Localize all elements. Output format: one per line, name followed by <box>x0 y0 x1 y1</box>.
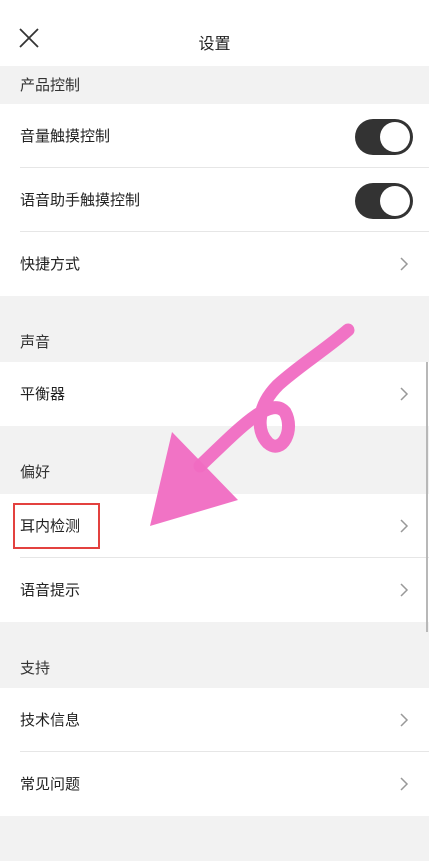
chevron-right-icon <box>400 777 409 791</box>
row-label: 平衡器 <box>20 385 66 403</box>
chevron-right-icon <box>400 583 409 597</box>
row-label: 音量触摸控制 <box>20 127 111 145</box>
settings-row-faq[interactable]: 常见问题 <box>0 752 429 816</box>
section-header-preferences: 偏好 <box>0 426 429 494</box>
annotation-highlight-box <box>13 503 100 549</box>
row-label: 快捷方式 <box>20 255 81 273</box>
section-title: 声音 <box>20 333 51 351</box>
row-label: 技术信息 <box>20 711 81 729</box>
settings-row-voice-assistant-touch: 语音助手触摸控制 <box>0 168 429 232</box>
section-title: 偏好 <box>20 463 51 481</box>
row-label: 常见问题 <box>20 775 81 793</box>
settings-row-equalizer[interactable]: 平衡器 <box>0 362 429 426</box>
page-title: 设置 <box>198 34 231 53</box>
row-label: 语音助手触摸控制 <box>20 191 141 209</box>
settings-row-voice-prompts[interactable]: 语音提示 <box>0 558 429 622</box>
section-header-sound: 声音 <box>0 296 429 362</box>
toggle-knob <box>380 122 410 152</box>
section-header-support: 支持 <box>0 622 429 688</box>
section-title: 支持 <box>20 659 51 677</box>
settings-row-volume-touch: 音量触摸控制 <box>0 104 429 168</box>
voice-assistant-touch-toggle[interactable] <box>355 183 413 219</box>
header-bar: 设置 <box>0 0 429 66</box>
section-header-product-control: 产品控制 <box>0 66 429 104</box>
settings-row-technical-info[interactable]: 技术信息 <box>0 688 429 752</box>
row-label: 语音提示 <box>20 581 81 599</box>
chevron-right-icon <box>400 387 409 401</box>
volume-touch-toggle[interactable] <box>355 119 413 155</box>
bottom-spacer <box>0 817 429 861</box>
scrollbar[interactable] <box>426 362 428 632</box>
toggle-knob <box>380 186 410 216</box>
chevron-right-icon <box>400 713 409 727</box>
settings-row-shortcuts[interactable]: 快捷方式 <box>0 232 429 296</box>
chevron-right-icon <box>400 519 409 533</box>
chevron-right-icon <box>400 257 409 271</box>
section-title: 产品控制 <box>20 76 81 94</box>
